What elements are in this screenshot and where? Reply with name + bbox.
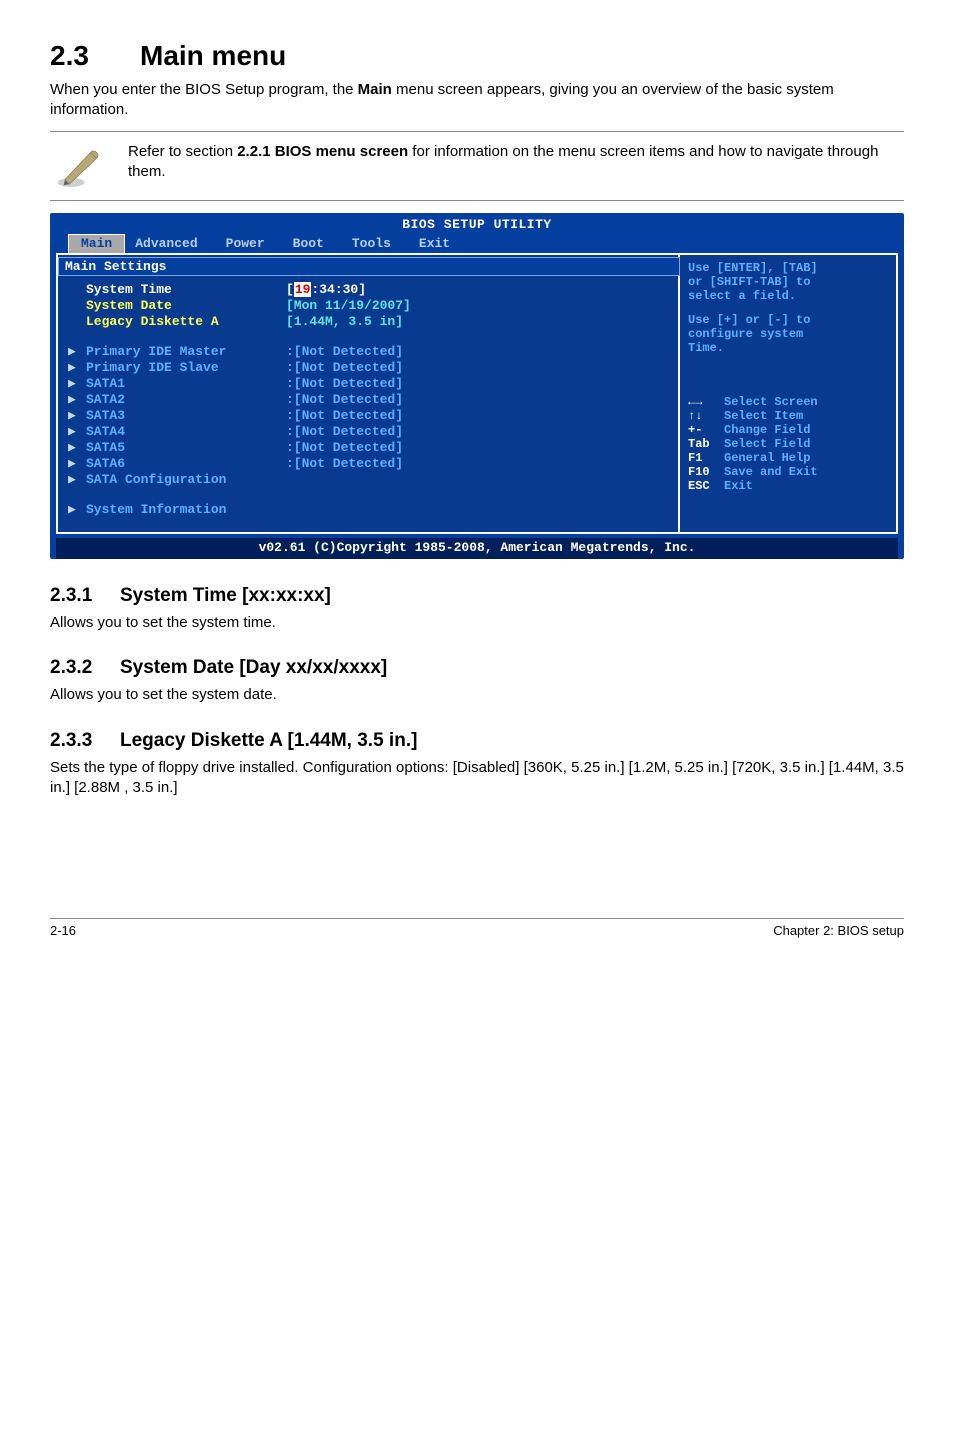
page-number: 2-16 (50, 923, 76, 938)
section-body: Allows you to set the system date. (50, 685, 904, 705)
bios-help-panel: Use [ENTER], [TAB] or [SHIFT-TAB] to sel… (678, 255, 896, 532)
bios-main-panel: Main Settings ▶ System Time [19:34:30] ▶… (58, 255, 678, 532)
section-heading: 2.3.1System Time [xx:xx:xx] (50, 585, 904, 607)
intro-paragraph: When you enter the BIOS Setup program, t… (50, 80, 904, 119)
section-heading: 2.3.2System Date [Day xx/xx/xxxx] (50, 657, 904, 679)
bios-item-primary-ide-slave[interactable]: ▶Primary IDE Slave:[Not Detected] (68, 360, 668, 376)
bios-tab-main[interactable]: Main (68, 234, 125, 253)
bios-item-sata-configuration[interactable]: ▶SATA Configuration (68, 472, 668, 488)
bios-item-system-information[interactable]: ▶System Information (68, 502, 668, 518)
bios-item-sata4[interactable]: ▶SATA4:[Not Detected] (68, 424, 668, 440)
section-heading: 2.3.3Legacy Diskette A [1.44M, 3.5 in.] (50, 730, 904, 752)
note-text: Refer to section 2.2.1 BIOS menu screen … (128, 142, 904, 183)
bios-item-sata3[interactable]: ▶SATA3:[Not Detected] (68, 408, 668, 424)
bios-tab-boot[interactable]: Boot (283, 234, 342, 253)
bios-section-header: Main Settings (58, 257, 680, 276)
bios-item-sata1[interactable]: ▶SATA1:[Not Detected] (68, 376, 668, 392)
note-icon (50, 142, 110, 190)
bios-field-system-date[interactable]: ▶ System Date [Mon 11/19/2007] (68, 298, 668, 314)
page-title: 2.3Main menu (50, 40, 904, 72)
bios-field-legacy-diskette[interactable]: ▶ Legacy Diskette A [1.44M, 3.5 in] (68, 314, 668, 330)
bios-help-keys: ←→Select Screen ↑↓Select Item +-Change F… (688, 395, 888, 493)
bios-item-sata6[interactable]: ▶SATA6:[Not Detected] (68, 456, 668, 472)
bios-item-sata2[interactable]: ▶SATA2:[Not Detected] (68, 392, 668, 408)
section-body: Sets the type of floppy drive installed.… (50, 758, 904, 799)
note-block: Refer to section 2.2.1 BIOS menu screen … (50, 132, 904, 200)
bios-title: BIOS SETUP UTILITY (50, 213, 904, 234)
bios-tab-tools[interactable]: Tools (342, 234, 409, 253)
bios-screenshot: BIOS SETUP UTILITY Main Advanced Power B… (50, 213, 904, 559)
bios-item-sata5[interactable]: ▶SATA5:[Not Detected] (68, 440, 668, 456)
bios-tab-advanced[interactable]: Advanced (125, 234, 215, 253)
divider (50, 200, 904, 201)
page-footer: 2-16 Chapter 2: BIOS setup (50, 918, 904, 938)
bios-field-system-time[interactable]: ▶ System Time [19:34:30] (68, 282, 668, 298)
bios-tab-power[interactable]: Power (216, 234, 283, 253)
section-body: Allows you to set the system time. (50, 613, 904, 633)
bios-menu-bar: Main Advanced Power Boot Tools Exit (50, 234, 904, 253)
heading-text: Main menu (140, 40, 286, 71)
bios-footer: v02.61 (C)Copyright 1985-2008, American … (56, 538, 898, 559)
bios-tab-exit[interactable]: Exit (409, 234, 468, 253)
bios-item-primary-ide-master[interactable]: ▶Primary IDE Master:[Not Detected] (68, 344, 668, 360)
chapter-label: Chapter 2: BIOS setup (773, 923, 904, 938)
heading-number: 2.3 (50, 40, 140, 72)
